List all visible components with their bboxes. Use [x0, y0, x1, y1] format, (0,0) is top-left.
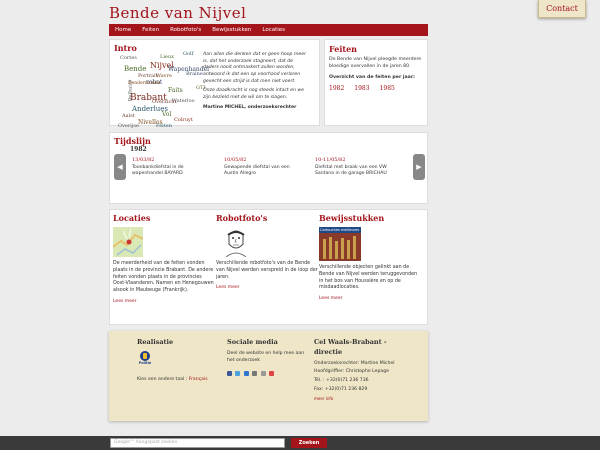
locaties-text: De meerderheid van de feiten vonden plaa…: [113, 260, 214, 294]
robotfotos-section: Robotfoto's Verschillende robotfoto's va…: [216, 213, 318, 292]
year-link[interactable]: 1982: [329, 85, 344, 92]
social-text: Deel de website en help mee aan het onde…: [227, 350, 305, 363]
social-heading: Sociale media: [227, 338, 278, 346]
timeline-card: Tijdslijn 1982 ◀ ▶ 13/03/82 Toonbankdief…: [109, 132, 428, 204]
cloud-word: Overijse: [118, 123, 139, 129]
cloud-word: Colruyt: [174, 117, 193, 123]
event-date: 13/03/82: [132, 157, 155, 163]
feiten-overview: Overzicht van de feiten per jaar:: [329, 74, 416, 80]
year-link[interactable]: 1985: [380, 85, 395, 92]
word-cloud[interactable]: Bende Nijvel Delhaize Wavre Lieux Golf P…: [114, 51, 209, 129]
cloud-word: Dendermonde: [128, 81, 161, 86]
nav-feiten[interactable]: Feiten: [142, 27, 159, 33]
nav-locaties[interactable]: Locaties: [262, 27, 285, 33]
contact-heading: Cel Waals-Brabant - directie: [314, 338, 387, 356]
contact-more-link[interactable]: meer info: [314, 396, 414, 402]
site-title[interactable]: Bende van Nijvel: [109, 4, 246, 22]
timeline-year: 1982: [130, 146, 147, 153]
intro-paragraph: Onze daadkracht is nog steeds intact en …: [203, 88, 304, 100]
realisatie-heading: Realisatie: [137, 338, 174, 346]
contact-line: Fax: +32(0)71 236 829: [314, 387, 368, 393]
bewijs-more-link[interactable]: Lees meer: [319, 296, 421, 303]
timeline-heading: Tijdslijn: [114, 136, 151, 146]
timeline-event[interactable]: 10/05/82 Gewapende diefstal van een Aust…: [224, 157, 296, 178]
robotfotos-text: Verschillende robotfoto's van de Bende v…: [216, 260, 318, 280]
year-links: 1982 1983 1985: [329, 85, 423, 92]
locaties-more-link[interactable]: Lees meer: [113, 299, 215, 306]
cloud-word: Vol: [162, 111, 172, 118]
footer-panel: Realisatie Politie Kies een andere taal …: [109, 331, 428, 421]
share-icon[interactable]: [269, 370, 275, 376]
cloud-word: Cortes: [120, 55, 137, 61]
feiten-heading: Feiten: [329, 44, 357, 54]
event-text: Gewapende diefstal van een Austin Allegr…: [224, 165, 290, 177]
feiten-card: Feiten De Bende van Nijvel pleegde meerd…: [324, 39, 428, 126]
language-link[interactable]: Français: [189, 377, 208, 382]
twitter-icon[interactable]: [235, 370, 241, 376]
map-thumbnail[interactable]: [113, 226, 143, 257]
cloud-word: Feiten: [156, 123, 172, 129]
contact-line: Hoofdgriffier: Christophe Lepage: [314, 369, 389, 375]
chevron-left-icon: ◀: [117, 163, 123, 171]
timeline-event[interactable]: 13/03/82 Toonbankdiefstal in de wapenhan…: [132, 157, 204, 178]
robotfotos-more-link[interactable]: Lees meer: [216, 285, 318, 292]
nav-robotfotos[interactable]: Robotfoto's: [170, 27, 201, 33]
politie-logo[interactable]: Politie: [137, 350, 153, 371]
cloud-word: Golf: [183, 51, 194, 57]
intro-paragraph: Aan allen die denken dat er geen hoop me…: [203, 52, 306, 84]
cloud-word: Faits: [168, 87, 183, 94]
politie-logo-text: Politie: [138, 360, 152, 365]
cloud-word: Overzicht: [152, 99, 177, 105]
intro-text: Aan allen die denken dat er geen hoop me…: [203, 52, 306, 114]
main-nav: Home Feiten Robotfoto's Bewijsstukken Lo…: [109, 24, 428, 36]
nav-home[interactable]: Home: [115, 27, 131, 33]
nav-bewijsstukken[interactable]: Bewijsstukken: [212, 27, 251, 33]
contact-tab[interactable]: Contact: [538, 0, 586, 18]
language-label: Kies een andere taal :: [137, 376, 188, 382]
timeline-prev-button[interactable]: ◀: [114, 154, 126, 180]
email-icon[interactable]: [252, 370, 258, 376]
event-text: Diefstal met braak van een VW Santana in…: [315, 165, 387, 177]
timeline-event[interactable]: 10-11/05/82 Diefstal met braak van een V…: [315, 157, 395, 178]
contact-line: Tél. : +32(0)71 236 736: [314, 378, 369, 384]
social-section: Sociale media Deel de website en help me…: [227, 338, 307, 379]
bewijs-section: Bewijsstukken Cartouches meilleures Vers…: [319, 213, 421, 303]
bewijs-heading[interactable]: Bewijsstukken: [319, 213, 421, 225]
event-date: 10-11/05/82: [315, 157, 346, 163]
timeline-next-button[interactable]: ▶: [413, 154, 425, 180]
feiten-text: De Bende van Nijvel pleegde meerdere blo…: [329, 57, 422, 69]
event-text: Toonbankdiefstal in de wapenhandel BAYAR…: [132, 165, 184, 177]
print-icon[interactable]: [260, 370, 266, 376]
bewijs-text: Verschillende objecten gelinkt aan de Be…: [319, 264, 418, 291]
locaties-section: Locaties De meerderheid van de feiten vo…: [113, 213, 215, 306]
bottom-bar: Google™ Aangepast zoeken Zoeken: [0, 436, 600, 450]
intro-signature: Martine MICHEL, onderzoeksrechter: [203, 104, 297, 110]
robotfotos-heading[interactable]: Robotfoto's: [216, 213, 318, 225]
cloud-word: Aalst: [122, 113, 135, 119]
locaties-heading[interactable]: Locaties: [113, 213, 215, 225]
event-date: 10/05/82: [224, 157, 247, 163]
cloud-word: Bende: [124, 65, 147, 73]
intro-card: Intro Bende Nijvel Delhaize Wavre Lieux …: [109, 39, 320, 129]
year-link[interactable]: 1983: [354, 85, 369, 92]
delicious-icon[interactable]: [243, 370, 249, 376]
contact-line: Onderzoeksrechter: Martine Michel: [314, 360, 395, 366]
chevron-right-icon: ▶: [416, 163, 422, 171]
sections-card: Locaties De meerderheid van de feiten vo…: [109, 209, 428, 325]
contact-section: Cel Waals-Brabant - directie Onderzoeksr…: [314, 338, 414, 402]
realisatie-section: Realisatie Politie Kies een andere taal …: [137, 338, 217, 384]
robot-sketch-thumbnail[interactable]: [222, 226, 250, 257]
cloud-word: Lieux: [160, 54, 174, 60]
search-input[interactable]: Google™ Aangepast zoeken: [110, 438, 285, 448]
search-button[interactable]: Zoeken: [291, 438, 327, 448]
facebook-icon[interactable]: [227, 370, 232, 376]
evidence-thumbnail[interactable]: Cartouches meilleures: [319, 226, 361, 261]
